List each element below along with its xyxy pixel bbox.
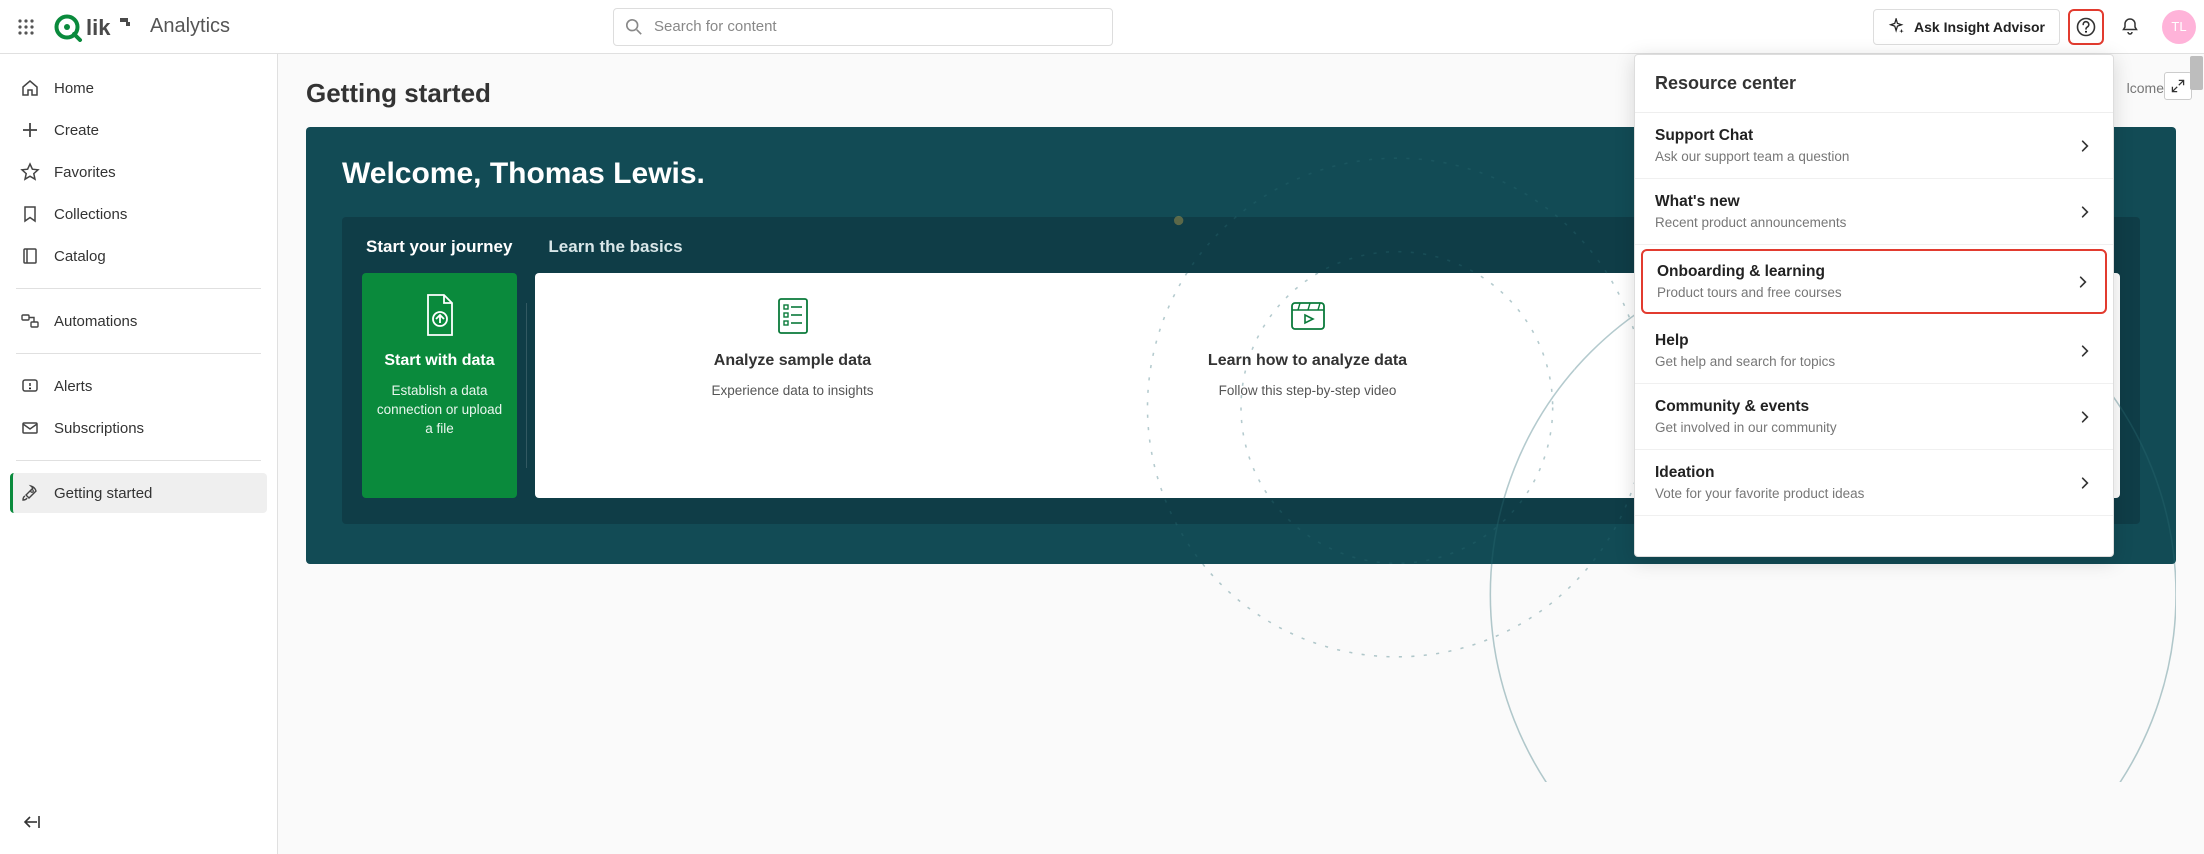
tab-start-journey[interactable]: Start your journey (366, 237, 512, 257)
resource-item-community-events[interactable]: Community & events Get involved in our co… (1635, 384, 2113, 450)
bell-icon (2120, 17, 2140, 37)
sidebar: Home Create Favorites Collections Catalo… (0, 54, 278, 854)
nav-separator (16, 460, 261, 461)
tab-learn-basics[interactable]: Learn the basics (548, 237, 682, 257)
resource-item-title: Support Chat (1655, 127, 1849, 145)
resource-item-title: Ideation (1655, 464, 1864, 482)
nav-label: Automations (54, 313, 137, 330)
ask-insight-advisor-button[interactable]: Ask Insight Advisor (1873, 9, 2060, 45)
resource-item-support-chat[interactable]: Support Chat Ask our support team a quest… (1635, 113, 2113, 179)
nav-favorites[interactable]: Favorites (10, 152, 267, 192)
card-desc: Establish a data connection or upload a … (374, 382, 505, 439)
resource-item-desc: Product tours and free courses (1657, 285, 1842, 300)
sparkle-icon (1888, 18, 1906, 36)
app-body: Home Create Favorites Collections Catalo… (0, 54, 2204, 854)
automation-icon (20, 311, 40, 331)
scrollbar[interactable] (2189, 54, 2204, 854)
resource-item-desc: Recent product announcements (1655, 215, 1846, 230)
card-analyze-sample[interactable]: Analyze sample data Experience data to i… (535, 273, 1050, 498)
expand-icon (2170, 78, 2186, 94)
bookmark-icon (20, 204, 40, 224)
nav-separator (16, 353, 261, 354)
notifications-button[interactable] (2112, 9, 2148, 45)
card-start-with-data[interactable]: Start with data Establish a data connect… (362, 273, 517, 498)
alert-icon (20, 376, 40, 396)
book-icon (20, 246, 40, 266)
nav-label: Subscriptions (54, 420, 144, 437)
card-title: Start with data (384, 351, 494, 372)
nav-alerts[interactable]: Alerts (10, 366, 267, 406)
expand-welcome-button[interactable] (2164, 72, 2192, 100)
resource-item-title: Community & events (1655, 398, 1837, 416)
search-input[interactable] (613, 8, 1113, 46)
nav-automations[interactable]: Automations (10, 301, 267, 341)
chevron-right-icon (2077, 204, 2093, 220)
resource-item-title: What's new (1655, 193, 1846, 211)
help-button[interactable] (2068, 9, 2104, 45)
rocket-icon (20, 483, 40, 503)
chevron-right-icon (2077, 138, 2093, 154)
resource-center-popover: Resource center Support Chat Ask our supp… (1634, 54, 2114, 557)
resource-item-what-s-new[interactable]: What's new Recent product announcements (1635, 179, 2113, 245)
header-right-tools: Ask Insight Advisor TL (1873, 9, 2196, 45)
video-icon (1282, 291, 1334, 341)
resource-item-desc: Ask our support team a question (1655, 149, 1849, 164)
help-icon (2076, 17, 2096, 37)
search-icon (625, 18, 643, 36)
user-avatar[interactable]: TL (2162, 10, 2196, 44)
chevron-right-icon (2075, 274, 2091, 290)
resource-center-title: Resource center (1635, 55, 2113, 113)
avatar-initials: TL (2171, 19, 2186, 34)
resource-item-title: Onboarding & learning (1657, 263, 1842, 281)
qlik-logo[interactable]: lik (54, 12, 132, 42)
nav-separator (16, 288, 261, 289)
nav-catalog[interactable]: Catalog (10, 236, 267, 276)
card-learn-analyze[interactable]: Learn how to analyze data Follow this st… (1050, 273, 1565, 498)
list-icon (767, 291, 819, 341)
nav-label: Home (54, 80, 94, 97)
chevron-right-icon (2077, 475, 2093, 491)
card-title: Learn how to analyze data (1208, 351, 1407, 372)
nav-label: Getting started (54, 485, 152, 502)
star-icon (20, 162, 40, 182)
nav-create[interactable]: Create (10, 110, 267, 150)
card-desc: Follow this step-by-step video (1219, 382, 1397, 401)
ask-label: Ask Insight Advisor (1914, 19, 2045, 35)
home-icon (20, 78, 40, 98)
mail-icon (20, 418, 40, 438)
nav-label: Collections (54, 206, 127, 223)
card-desc: Experience data to insights (711, 382, 873, 401)
file-upload-icon (414, 291, 466, 341)
app-launcher-button[interactable] (8, 9, 44, 45)
chevron-right-icon (2077, 343, 2093, 359)
nav-subscriptions[interactable]: Subscriptions (10, 408, 267, 448)
resource-item-help[interactable]: Help Get help and search for topics (1635, 318, 2113, 384)
card-title: Analyze sample data (714, 351, 871, 372)
resource-item-ideation[interactable]: Ideation Vote for your favorite product i… (1635, 450, 2113, 516)
resource-item-desc: Get help and search for topics (1655, 354, 1835, 369)
resource-item-desc: Get involved in our community (1655, 420, 1837, 435)
nav-home[interactable]: Home (10, 68, 267, 108)
app-name: Analytics (150, 15, 230, 38)
resource-item-title: Help (1655, 332, 1835, 350)
nav-label: Favorites (54, 164, 116, 181)
collapse-icon (22, 812, 42, 832)
nav-collections[interactable]: Collections (10, 194, 267, 234)
search-wrap (613, 8, 1113, 46)
resource-item-onboarding-learning[interactable]: Onboarding & learning Product tours and f… (1641, 249, 2107, 314)
qlik-logo-icon: lik (54, 12, 132, 42)
plus-icon (20, 120, 40, 140)
svg-text:lik: lik (86, 15, 111, 40)
nav-getting-started[interactable]: Getting started (10, 473, 267, 513)
nav-label: Catalog (54, 248, 106, 265)
resource-item-desc: Vote for your favorite product ideas (1655, 486, 1864, 501)
nav-label: Alerts (54, 378, 92, 395)
welcome-truncated: lcome (2127, 80, 2164, 96)
top-header: lik Analytics Ask Insight Advisor TL (0, 0, 2204, 54)
scrollbar-thumb[interactable] (2190, 56, 2203, 90)
chevron-right-icon (2077, 409, 2093, 425)
collapse-sidebar-button[interactable] (14, 804, 50, 840)
nav-label: Create (54, 122, 99, 139)
apps-grid-icon (17, 18, 35, 36)
